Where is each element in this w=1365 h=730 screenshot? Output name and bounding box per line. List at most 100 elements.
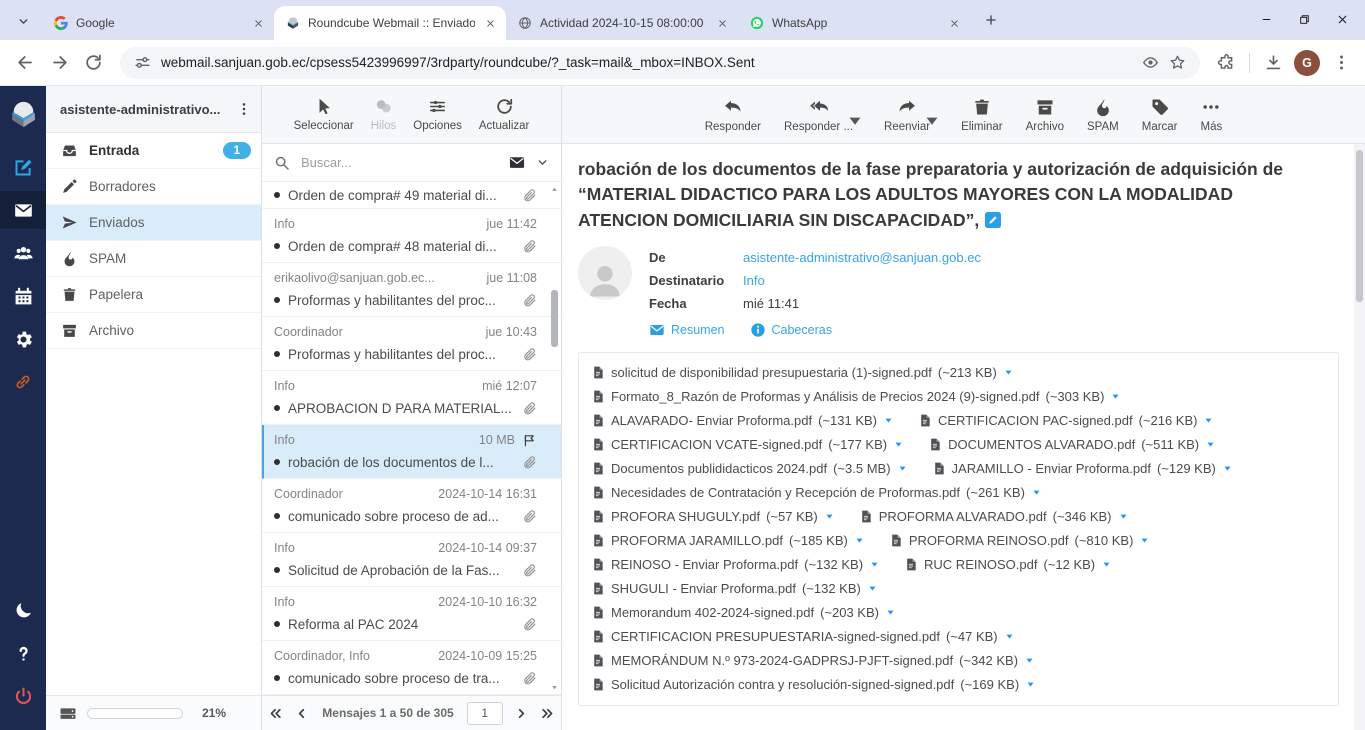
- profile-avatar[interactable]: G: [1294, 50, 1320, 76]
- page-number-input[interactable]: 1: [467, 702, 503, 725]
- browser-menu-button[interactable]: [1327, 49, 1355, 77]
- attachment-item[interactable]: CERTIFICACION PRESUPUESTARIA-signed-sign…: [591, 628, 1302, 645]
- caret-down-icon[interactable]: [1205, 439, 1216, 450]
- close-icon[interactable]: [715, 16, 730, 31]
- browser-tab-2[interactable]: Roundcube Webmail :: Enviado:: [274, 6, 506, 40]
- message-row[interactable]: Infojue 11:42Orden de compra# 48 materia…: [262, 209, 561, 263]
- delete-button[interactable]: Eliminar: [959, 97, 1005, 133]
- close-icon[interactable]: [947, 16, 962, 31]
- attachment-item[interactable]: PROFORMA ALVARADO.pdf(~346 KB): [859, 508, 1129, 525]
- message-row[interactable]: Infomié 12:07APROBACION D PARA MATERIAL.…: [262, 371, 561, 425]
- message-row[interactable]: Orden de compra# 49 material di...: [262, 182, 561, 209]
- from-address[interactable]: asistente-administrativo@sanjuan.gob.ec: [743, 250, 981, 265]
- folder-item-papelera[interactable]: Papelera: [46, 277, 261, 313]
- caret-down-icon[interactable]: [1139, 535, 1150, 546]
- list-scrollbar[interactable]: [548, 182, 561, 695]
- caret-down-icon[interactable]: [1004, 631, 1015, 642]
- caret-down-icon[interactable]: [1222, 463, 1233, 474]
- threads-button[interactable]: Hilos: [371, 97, 397, 132]
- headers-button[interactable]: Cabeceras: [750, 322, 832, 338]
- back-button[interactable]: [10, 48, 40, 78]
- summary-button[interactable]: Resumen: [649, 322, 725, 338]
- attachment-item[interactable]: Documentos publididacticos 2024.pdf(~3.5…: [591, 460, 908, 477]
- to-address[interactable]: Info: [743, 273, 765, 288]
- attachment-item[interactable]: REINOSO - Enviar Proforma.pdf(~132 KB): [591, 556, 880, 573]
- attachment-item[interactable]: CERTIFICACION VCATE-signed.pdf(~177 KB): [591, 436, 904, 453]
- last-page-button[interactable]: [540, 706, 555, 721]
- search-input[interactable]: [299, 154, 498, 171]
- caret-down-icon[interactable]: [1003, 367, 1014, 378]
- browser-tab-4[interactable]: WhatsApp: [738, 6, 970, 40]
- mail-nav-button[interactable]: [0, 191, 46, 229]
- reply-button[interactable]: Responder: [703, 97, 763, 133]
- attachment-item[interactable]: SHUGULI - Enviar Proforma.pdf(~132 KB): [591, 580, 878, 597]
- browser-tab-1[interactable]: Google: [42, 6, 274, 40]
- scroll-up-icon[interactable]: [550, 185, 559, 194]
- scroll-down-icon[interactable]: [550, 683, 559, 692]
- next-page-button[interactable]: [514, 706, 529, 721]
- calendar-nav-button[interactable]: [0, 277, 46, 315]
- first-page-button[interactable]: [268, 706, 283, 721]
- attachment-item[interactable]: RUC REINOSO.pdf(~12 KB): [904, 556, 1112, 573]
- site-settings-icon[interactable]: [134, 54, 151, 71]
- bookmark-star-icon[interactable]: [1169, 54, 1186, 71]
- logout-button[interactable]: [0, 677, 46, 715]
- attachment-item[interactable]: MEMORÁNDUM N.º 973-2024-GADPRSJ-PJFT-sig…: [591, 652, 1302, 669]
- select-button[interactable]: Seleccionar: [294, 97, 354, 132]
- folder-item-borradores[interactable]: Borradores: [46, 169, 261, 205]
- minimize-button[interactable]: [1247, 0, 1285, 38]
- caret-down-icon[interactable]: [867, 583, 878, 594]
- caret-down-icon[interactable]: [922, 111, 942, 131]
- attachment-item[interactable]: PROFORMA JARAMILLO.pdf(~185 KB): [591, 532, 865, 549]
- folder-item-entrada[interactable]: Entrada1: [46, 133, 261, 169]
- refresh-button[interactable]: Actualizar: [479, 97, 530, 132]
- settings-nav-button[interactable]: [0, 320, 46, 358]
- dark-mode-toggle[interactable]: [0, 591, 46, 629]
- forward-button[interactable]: [44, 48, 74, 78]
- contacts-nav-button[interactable]: [0, 234, 46, 272]
- folder-item-spam[interactable]: SPAM: [46, 241, 261, 277]
- cpanel-link-button[interactable]: [0, 363, 46, 401]
- caret-down-icon[interactable]: [1031, 487, 1042, 498]
- forward-button[interactable]: Reenviar: [882, 97, 932, 133]
- caret-down-icon[interactable]: [885, 607, 896, 618]
- close-icon[interactable]: [483, 16, 498, 31]
- restore-button[interactable]: [1285, 0, 1323, 38]
- attachment-item[interactable]: DOCUMENTOS ALVARADO.pdf(~511 KB): [928, 436, 1216, 453]
- search-scope-envelope-icon[interactable]: [507, 154, 527, 171]
- more-button[interactable]: Más: [1199, 97, 1225, 133]
- caret-down-icon[interactable]: [897, 463, 908, 474]
- edit-subject-icon[interactable]: [985, 212, 1001, 228]
- new-tab-button[interactable]: [978, 7, 1004, 33]
- message-row[interactable]: Coordinadorjue 10:43Proformas y habilita…: [262, 317, 561, 371]
- caret-down-icon[interactable]: [824, 511, 835, 522]
- extensions-button[interactable]: [1212, 49, 1240, 77]
- message-row[interactable]: Info2024-10-10 16:32Reforma al PAC 2024: [262, 587, 561, 641]
- message-scrollbar[interactable]: [1354, 144, 1365, 730]
- downloads-button[interactable]: [1259, 49, 1287, 77]
- attachment-item[interactable]: PROFORMA REINOSO.pdf(~810 KB): [889, 532, 1151, 549]
- tab-search-button[interactable]: [10, 8, 36, 34]
- caret-down-icon[interactable]: [883, 415, 894, 426]
- caret-down-icon[interactable]: [854, 535, 865, 546]
- folder-item-enviados[interactable]: Enviados: [46, 205, 261, 241]
- attachment-item[interactable]: Necesidades de Contratación y Recepción …: [591, 484, 1042, 501]
- attachment-item[interactable]: solicitud de disponibilidad presupuestar…: [591, 364, 1302, 381]
- search-options-chevron-icon[interactable]: [536, 156, 549, 169]
- list-scrollbar-thumb[interactable]: [551, 290, 558, 347]
- compose-button[interactable]: [0, 148, 46, 186]
- message-scrollbar-thumb[interactable]: [1356, 150, 1363, 302]
- caret-down-icon[interactable]: [1118, 511, 1129, 522]
- caret-down-icon[interactable]: [1101, 559, 1112, 570]
- message-row[interactable]: Info10 MBrobación de los documentos de l…: [262, 425, 561, 479]
- attachment-item[interactable]: JARAMILLO - Enviar Proforma.pdf(~129 KB): [932, 460, 1233, 477]
- message-row[interactable]: Coordinador, Info2024-10-09 15:25comunic…: [262, 641, 561, 695]
- folder-item-archivo[interactable]: Archivo: [46, 313, 261, 349]
- caret-down-icon[interactable]: [845, 111, 865, 131]
- caret-down-icon[interactable]: [1025, 679, 1036, 690]
- mark-button[interactable]: Marcar: [1140, 97, 1180, 133]
- address-bar[interactable]: webmail.sanjuan.gob.ec/cpsess5423996997/…: [120, 47, 1200, 79]
- close-window-button[interactable]: [1323, 0, 1361, 38]
- caret-down-icon[interactable]: [1203, 415, 1214, 426]
- spam-button[interactable]: SPAM: [1085, 97, 1121, 133]
